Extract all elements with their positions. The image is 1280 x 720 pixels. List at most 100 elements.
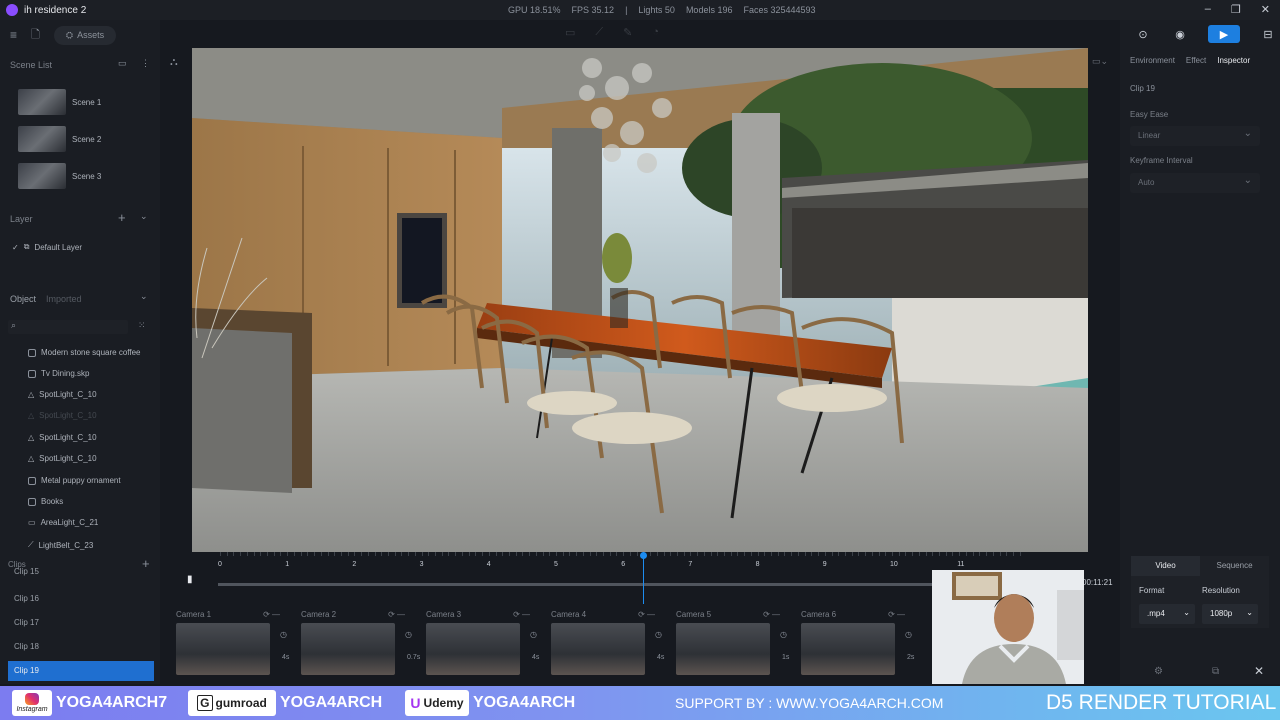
clip-item[interactable]: Clip 18 (8, 637, 154, 657)
collapse-icon[interactable]: ⌄ (140, 211, 148, 222)
tab-video[interactable]: Video (1131, 556, 1200, 576)
ruler-tick (609, 552, 611, 556)
close-panel-icon[interactable]: ✕ (1254, 664, 1264, 678)
edit-tool-icon[interactable]: ✎ (623, 26, 632, 39)
clip-item[interactable]: Clip 15 (8, 566, 154, 578)
camera-clip[interactable]: Camera 1 ⟳ — ◷ 4s (176, 610, 298, 675)
sync-icon[interactable]: ⟳ — (763, 610, 780, 619)
playhead[interactable] (643, 552, 645, 604)
timer-icon: ◷ (655, 630, 662, 639)
ruler-tick (905, 552, 907, 556)
video-icon[interactable]: ▶ (1208, 25, 1240, 43)
view-mode-icon[interactable]: ⛬ (170, 56, 178, 69)
ruler-tick (777, 552, 779, 556)
camera-duration[interactable]: 2s (907, 654, 914, 661)
camera-clip[interactable]: Camera 3 ⟳ — ◷ 4s (426, 610, 548, 675)
scene-item-2[interactable]: Scene 2 (18, 125, 148, 153)
sync-icon[interactable]: ⟳ — (263, 610, 280, 619)
gpu-stat: GPU 18.51% (508, 5, 561, 15)
camera-label: Camera 2 (301, 610, 337, 619)
object-item[interactable]: Books (28, 497, 63, 506)
instagram-promo[interactable]: Instagram YOGA4ARCH7 (12, 690, 167, 716)
restore-icon[interactable]: ❐ (1231, 3, 1241, 16)
inbox-icon[interactable]: ⊟ (1259, 25, 1277, 43)
udemy-promo[interactable]: U Udemy YOGA4ARCH (405, 690, 575, 716)
grid-icon[interactable]: ⁙ (138, 320, 146, 331)
scene-item-3[interactable]: Scene 3 (18, 162, 148, 190)
ruler-label: 3 (419, 561, 424, 568)
object-item[interactable]: Modern stone square coffee (28, 348, 140, 357)
measure-tool-icon[interactable]: ⟋ (595, 26, 603, 39)
viewport-options-icon[interactable]: ▭⌄ (1092, 56, 1108, 67)
layer-item[interactable]: ✓ ⧉ Default Layer (12, 242, 82, 252)
sync-icon[interactable]: ⟳ — (388, 610, 405, 619)
sync-icon[interactable]: ⟳ — (638, 610, 655, 619)
camera-clip[interactable]: Camera 6 ⟳ — ◷ 2s (801, 610, 923, 675)
easy-ease-select[interactable]: Linear (1130, 124, 1260, 146)
ruler-tick (435, 552, 437, 556)
ruler-tick (428, 552, 430, 556)
ruler-tick (892, 552, 893, 556)
resolution-select[interactable]: 1080p ⌄ (1202, 604, 1258, 624)
minimize-icon[interactable]: – (1205, 3, 1211, 16)
vr-icon[interactable]: ⊙ (1134, 25, 1152, 43)
tab-sequence[interactable]: Sequence (1200, 556, 1269, 576)
file-icon[interactable]: 🗋 (31, 26, 40, 45)
object-search-input[interactable]: ⌕ (8, 320, 128, 334)
camera-duration[interactable]: 4s (532, 654, 539, 661)
light-tool-icon[interactable]: ◔ (652, 26, 659, 39)
gumroad-promo[interactable]: G gumroad YOGA4ARCH (188, 690, 382, 716)
clip-item-selected[interactable]: Clip 19 (8, 661, 154, 681)
camera-clip[interactable]: Camera 2 ⟳ — ◷ 0.7s (301, 610, 423, 675)
format-select[interactable]: .mp4 ⌄ (1139, 604, 1195, 624)
object-item[interactable]: Tv Dining.skp (28, 369, 89, 378)
tab-environment[interactable]: Environment (1130, 56, 1175, 65)
camera-duration[interactable]: 4s (282, 654, 289, 661)
play-button[interactable]: ▮ (187, 574, 193, 585)
object-item[interactable]: ▭ AreaLight_C_21 (28, 518, 98, 527)
camera-duration[interactable]: 0.7s (407, 654, 420, 661)
add-layer-icon[interactable]: + (118, 210, 126, 225)
stat-divider: | (625, 5, 628, 15)
ruler-tick (562, 552, 564, 556)
ruler-tick (468, 552, 470, 556)
object-item[interactable]: △ SpotLight_C_10 (28, 454, 97, 463)
keyframe-interval-select[interactable]: Auto (1130, 171, 1260, 193)
camera-duration[interactable]: 1s (782, 654, 789, 661)
more-icon[interactable]: ⋮ (141, 58, 150, 69)
object-item[interactable]: Metal puppy ornament (28, 476, 121, 485)
assets-button[interactable]: ⛭ Assets (53, 25, 117, 45)
ruler-tick (1006, 552, 1008, 556)
collapse-icon[interactable]: ⌄ (140, 291, 148, 302)
camera-clip[interactable]: Camera 4 ⟳ — ◷ 4s (551, 610, 673, 675)
camera-icon[interactable]: ◉ (1171, 25, 1189, 43)
sync-icon[interactable]: ⟳ — (513, 610, 530, 619)
object-item[interactable]: △ SpotLight_C_10 (28, 390, 97, 399)
tab-effect[interactable]: Effect (1186, 56, 1206, 65)
camera-thumbnail (176, 623, 270, 675)
ruler-tick (764, 552, 766, 556)
settings-icon[interactable]: ⚙ (1154, 666, 1163, 677)
ruler-tick (394, 552, 396, 556)
close-icon[interactable]: ✕ (1261, 3, 1270, 16)
object-item[interactable]: △ SpotLight_C_10 (28, 433, 97, 442)
object-item-hidden[interactable]: △ SpotLight_C_10 (28, 411, 97, 420)
share-icon[interactable]: ⧉ (1212, 666, 1219, 677)
sync-icon[interactable]: ⟳ — (888, 610, 905, 619)
object-imported-tab[interactable]: Imported (46, 294, 82, 304)
tab-inspector[interactable]: Inspector (1217, 56, 1250, 65)
check-icon: ✓ (12, 242, 19, 252)
scene-item-1[interactable]: Scene 1 (18, 88, 148, 116)
ruler-tick (623, 552, 625, 556)
menu-icon[interactable]: ≡ (10, 28, 17, 42)
render-viewport[interactable] (192, 48, 1088, 552)
select-tool-icon[interactable]: ▭ (565, 26, 575, 39)
object-item[interactable]: ⟋ LightBelt_C_23 (28, 540, 93, 550)
image-icon[interactable]: ▭ (118, 58, 127, 69)
clip-item[interactable]: Clip 16 (8, 589, 154, 609)
clip-item[interactable]: Clip 17 (8, 613, 154, 633)
camera-clip[interactable]: Camera 5 ⟳ — ◷ 1s (676, 610, 798, 675)
keyframe-interval-label: Keyframe Interval (1130, 156, 1193, 165)
layer-icon: ⧉ (23, 242, 30, 251)
camera-duration[interactable]: 4s (657, 654, 664, 661)
